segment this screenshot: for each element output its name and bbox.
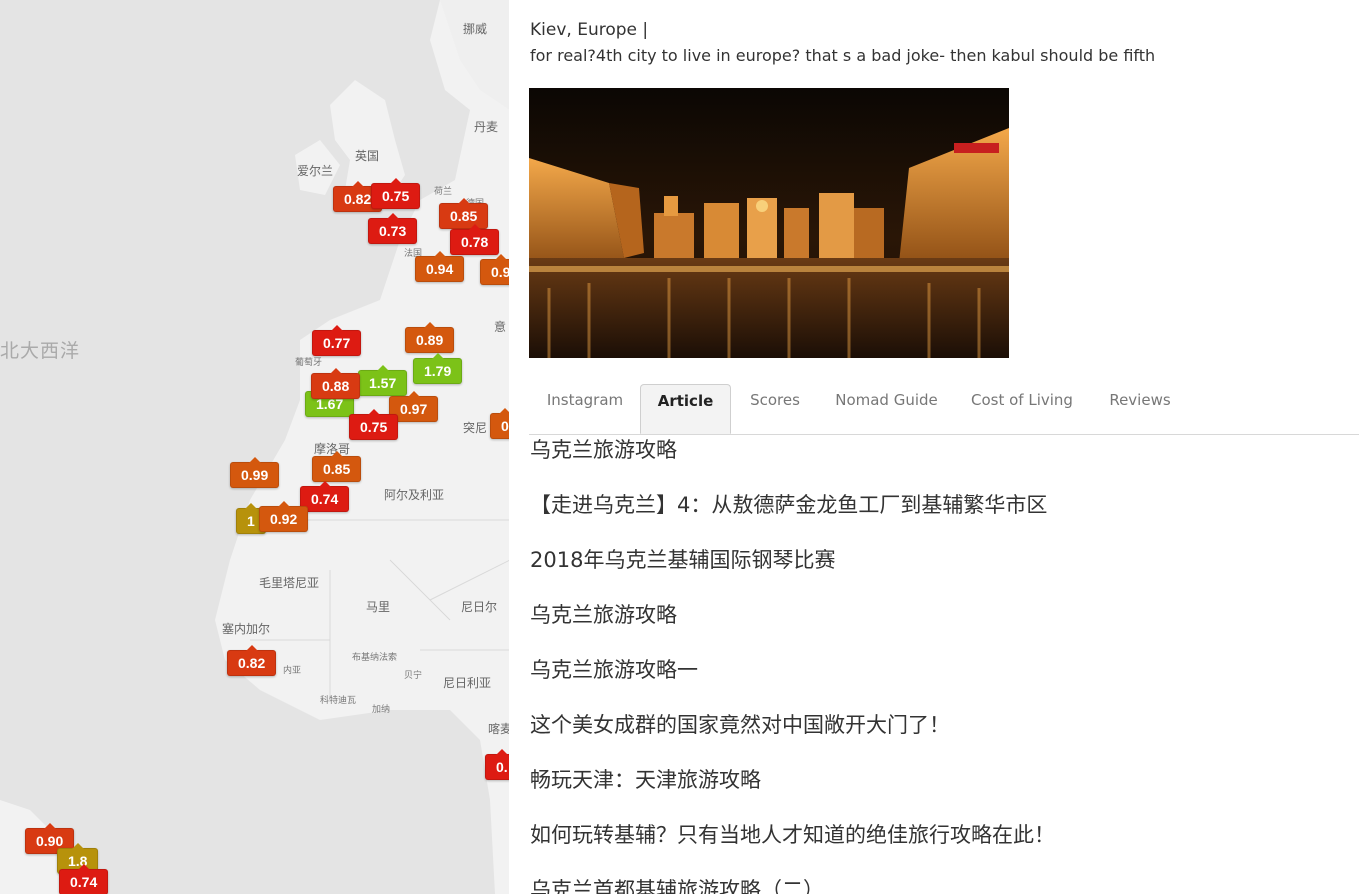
- map-place-label: 阿尔及利亚: [384, 488, 445, 502]
- article-link[interactable]: 如何玩转基辅？只有当地人才知道的绝佳旅行攻略在此！: [530, 819, 1055, 849]
- city-score-marker[interactable]: 0: [490, 408, 510, 439]
- city-score-marker[interactable]: 0.9: [480, 254, 510, 285]
- article-link[interactable]: 乌克兰旅游攻略一: [530, 654, 698, 684]
- tab-reviews[interactable]: Reviews: [1102, 384, 1178, 434]
- city-score-marker[interactable]: 0.77: [312, 325, 362, 356]
- city-score-marker[interactable]: 0.89: [405, 322, 455, 353]
- city-score-marker[interactable]: 0.74: [59, 864, 109, 894]
- city-score-marker[interactable]: 1.57: [358, 365, 408, 396]
- article-link[interactable]: 畅玩天津：天津旅游攻略: [530, 764, 761, 794]
- city-photo: [529, 88, 1009, 358]
- city-score-marker[interactable]: 0.94: [415, 251, 465, 282]
- tab-bar: Instagram Article Scores Nomad Guide Cos…: [529, 384, 1359, 435]
- city-score-marker[interactable]: 1.79: [413, 353, 463, 384]
- article-link[interactable]: 这个美女成群的国家竟然对中国敞开大门了！: [530, 709, 950, 739]
- map-place-label: 意: [494, 320, 507, 334]
- map-place-label: 突尼: [463, 421, 488, 435]
- city-score-marker[interactable]: 0.: [485, 749, 510, 780]
- map-place-label: 毛里塔尼亚: [259, 576, 320, 590]
- map-place-label: 荷兰: [434, 187, 453, 197]
- map-view[interactable]: 挪威丹麦英国爱尔兰荷兰德国法国北大西洋葡萄牙突尼摩洛哥阿尔及利亚毛里塔尼亚马里尼…: [0, 0, 510, 894]
- article-link[interactable]: 乌克兰首都基辅旅游攻略（二）: [530, 874, 824, 894]
- map-place-label: 丹麦: [474, 120, 499, 134]
- map-place-label: 尼日利亚: [443, 676, 492, 690]
- map-place-label: 葡萄牙: [295, 358, 323, 368]
- map-place-label: 北大西洋: [0, 340, 81, 362]
- city-title: Kiev, Europe |: [530, 20, 649, 40]
- tab-scores[interactable]: Scores: [745, 384, 805, 434]
- map-place-label: 挪威: [463, 22, 488, 36]
- map-place-label: 塞内加尔: [222, 622, 271, 636]
- city-night-photo-image: [529, 88, 1009, 358]
- article-link[interactable]: 2018年乌克兰基辅国际钢琴比赛: [530, 544, 835, 574]
- tab-instagram[interactable]: Instagram: [539, 384, 631, 434]
- article-link[interactable]: 乌克兰旅游攻略: [530, 599, 677, 629]
- map-place-label: 英国: [355, 149, 380, 163]
- map-place-label: 马里: [366, 600, 391, 614]
- tab-article[interactable]: Article: [640, 384, 731, 434]
- map-place-label: 爱尔兰: [297, 164, 334, 178]
- city-detail-panel: Kiev, Europe | for real?4th city to live…: [509, 0, 1359, 894]
- city-score-marker[interactable]: 0.75: [349, 409, 399, 440]
- city-score-marker[interactable]: 0.78: [450, 224, 500, 255]
- tab-nomad-guide[interactable]: Nomad Guide: [829, 384, 944, 434]
- city-score-marker[interactable]: 0.73: [368, 213, 418, 244]
- article-link[interactable]: 【走进乌克兰】4：从敖德萨金龙鱼工厂到基辅繁华市区: [530, 489, 1047, 519]
- map-place-label: 内亚: [283, 666, 302, 676]
- city-score-marker[interactable]: 0.88: [311, 368, 361, 399]
- city-comment: for real?4th city to live in europe? tha…: [530, 46, 1156, 65]
- map-place-label: 布基纳法索: [352, 653, 398, 663]
- map-place-label: 贝宁: [404, 671, 423, 681]
- article-link[interactable]: 乌克兰旅游攻略: [530, 434, 677, 464]
- map-place-label: 加纳: [372, 705, 391, 715]
- city-score-marker[interactable]: 0.85: [312, 451, 362, 482]
- city-score-marker[interactable]: 0.92: [259, 501, 309, 532]
- map-place-label: 喀麦: [488, 722, 510, 736]
- map-place-label: 科特迪瓦: [320, 696, 357, 706]
- city-score-marker[interactable]: 0.85: [439, 198, 489, 229]
- tab-cost-of-living[interactable]: Cost of Living: [966, 384, 1078, 434]
- map-place-label: 尼日尔: [461, 600, 498, 614]
- map-land: [0, 0, 510, 894]
- city-score-marker[interactable]: 0.99: [230, 457, 280, 488]
- city-score-marker[interactable]: 0.75: [371, 178, 421, 209]
- city-score-marker[interactable]: 0.82: [227, 645, 277, 676]
